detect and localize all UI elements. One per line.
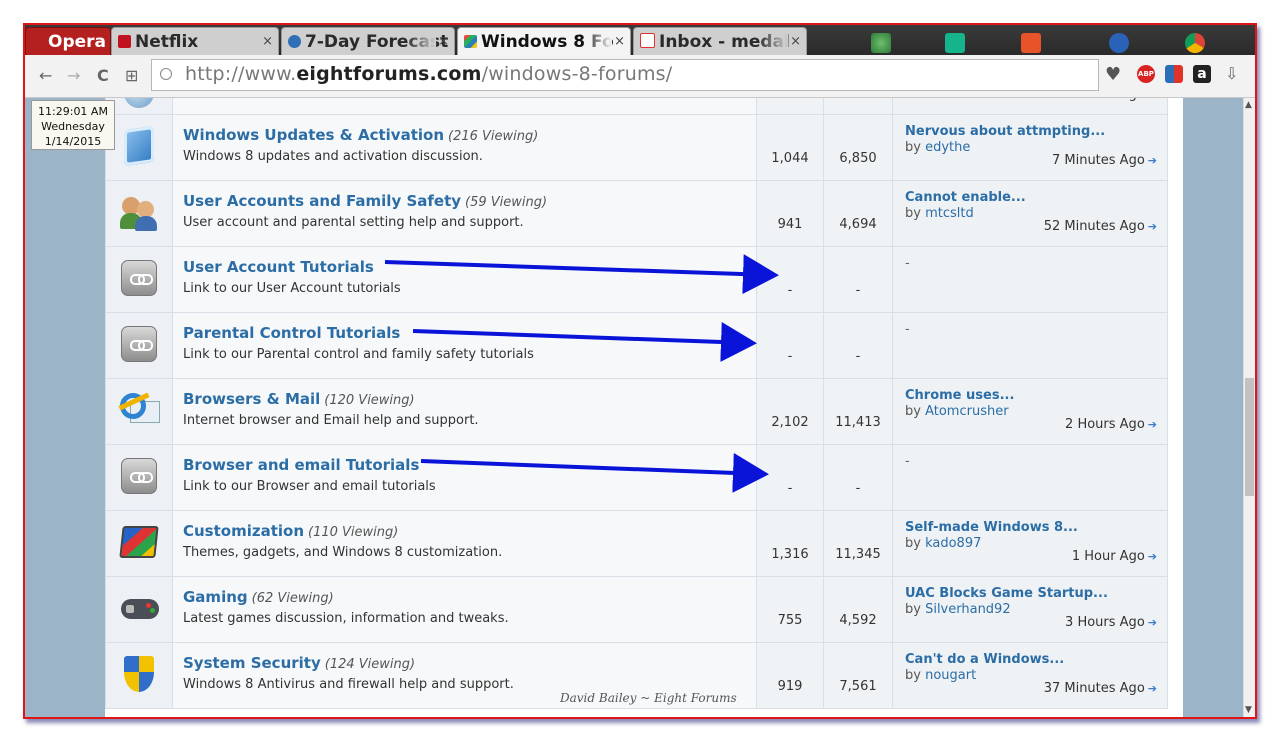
netflix-favicon-icon (118, 35, 131, 48)
scroll-down-icon[interactable]: ▼ (1245, 705, 1252, 715)
page-viewport: 2 Weeks Ago➔Windows Updates & Activation… (25, 98, 1243, 717)
tab-opera[interactable]: Opera (25, 27, 111, 55)
tab-netflix[interactable]: Netflix × (111, 27, 279, 55)
bookmark-extension-icon[interactable] (1165, 65, 1183, 83)
eightforums-favicon-icon (464, 35, 477, 48)
browser-toolbar: ← → C ⊞ http://www.eightforums.com/windo… (25, 55, 1255, 98)
arrow-parental-control-tutorials (412, 322, 757, 362)
vertical-scrollbar[interactable]: ▲ ▼ (1243, 98, 1255, 717)
page-info-icon[interactable] (160, 68, 172, 80)
url-domain: eightforums.com (296, 63, 482, 85)
back-button[interactable]: ← (39, 66, 52, 85)
tray-green-app-icon[interactable] (945, 33, 965, 53)
arrow-browser-email-tutorials (420, 452, 769, 493)
address-bar[interactable]: http://www.eightforums.com/windows-8-for… (151, 59, 1099, 91)
signature-watermark: David Bailey ~ Eight Forums (560, 691, 737, 705)
url-prefix: http://www. (185, 63, 297, 85)
tray-blue-app-icon[interactable] (1109, 33, 1129, 53)
tab-close-icon[interactable]: × (614, 28, 625, 55)
tray-chrome-icon[interactable] (1185, 33, 1205, 53)
tray-orange-app-icon[interactable] (1021, 33, 1041, 53)
url-path: /windows-8-forums/ (481, 63, 673, 85)
opera-label: Opera (48, 32, 107, 52)
tab-7-day-forecast[interactable]: 7-Day Forecast × (281, 27, 455, 55)
arrow-user-account-tutorials (384, 254, 779, 295)
tab-close-icon[interactable]: × (262, 28, 273, 55)
tab-inbox[interactable]: Inbox - medal × (633, 27, 807, 55)
heart-icon[interactable]: ♥ (1105, 64, 1121, 85)
annotation-arrows (384, 254, 779, 493)
clock-gadget: 11:29:01 AM Wednesday 1/14/2015 (31, 100, 115, 150)
scroll-up-icon[interactable]: ▲ (1245, 100, 1252, 110)
speed-dial-button[interactable]: ⊞ (125, 66, 138, 85)
tab-strip: Opera Netflix × 7-Day Forecast × Windows… (25, 25, 1255, 55)
forward-button[interactable]: → (67, 66, 80, 85)
amazon-icon[interactable]: a (1193, 65, 1211, 83)
scroll-thumb[interactable] (1245, 378, 1254, 496)
url-text[interactable]: http://www.eightforums.com/windows-8-for… (185, 63, 672, 85)
clock-day: Wednesday (41, 120, 105, 133)
clock-date: 1/14/2015 (44, 135, 102, 148)
screenshot-frame: Opera Netflix × 7-Day Forecast × Windows… (23, 23, 1257, 719)
gmail-favicon-icon (640, 33, 655, 48)
tab-close-icon[interactable]: × (790, 28, 801, 55)
download-icon[interactable]: ⇩ (1225, 64, 1238, 83)
reload-button[interactable]: C (97, 66, 109, 85)
weather-favicon-icon (288, 35, 301, 48)
clock-time: 11:29:01 AM (38, 105, 108, 118)
tray-globe-icon[interactable] (871, 33, 891, 53)
tab-windows-8-forums[interactable]: Windows 8 Fo × (457, 27, 631, 55)
adblock-plus-icon[interactable]: ABP (1137, 65, 1155, 83)
tab-label: Netflix (135, 32, 199, 52)
tab-close-icon[interactable]: × (438, 28, 449, 55)
